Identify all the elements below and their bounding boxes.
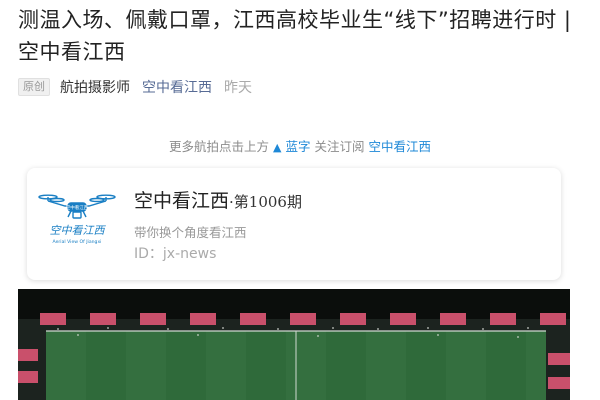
account-link[interactable]: 空中看江西 xyxy=(142,77,212,97)
card-issue-number: ·第1006期 xyxy=(229,193,302,211)
hero-image[interactable] xyxy=(18,289,570,400)
card-account-id: ID：jx-news xyxy=(134,246,217,262)
card-account-name: 空中看江西·第1006期 xyxy=(134,186,302,213)
logo-title-text: 空中看江西 xyxy=(50,224,107,237)
up-arrow-icon: ▲ xyxy=(273,141,282,154)
card-description: 带你换个角度看江西 xyxy=(134,225,247,240)
follow-middle: 关注订阅 xyxy=(314,139,365,154)
logo-badge-text: 空中看江西 xyxy=(66,204,89,211)
logo-subtitle-text: Aerial View Of Jiangxi xyxy=(53,239,102,245)
author-name: 航拍摄影师 xyxy=(60,80,130,96)
publish-date: 昨天 xyxy=(224,80,252,96)
aerial-photo-sports-field xyxy=(18,289,570,400)
article-meta: 原创 航拍摄影师 空中看江西 昨天 xyxy=(18,77,252,97)
article-title: 测温入场、佩戴口罩，江西高校毕业生“线下”招聘进行时 | 空中看江西 xyxy=(18,8,572,64)
account-card[interactable]: 空中看江西 空中看江西 Aerial View Of Jiangxi 空中看江西… xyxy=(27,168,561,280)
account-logo: 空中看江西 空中看江西 Aerial View Of Jiangxi xyxy=(38,194,116,245)
follow-prefix: 更多航拍点击上方 xyxy=(169,139,270,154)
original-tag: 原创 xyxy=(18,78,50,96)
follow-account-link[interactable]: 空中看江西 xyxy=(368,139,431,154)
card-name-text: 空中看江西 xyxy=(134,190,230,212)
blue-word[interactable]: 蓝字 xyxy=(285,139,310,154)
follow-prompt: 更多航拍点击上方 ▲ 蓝字 关注订阅 空中看江西 xyxy=(0,136,600,155)
